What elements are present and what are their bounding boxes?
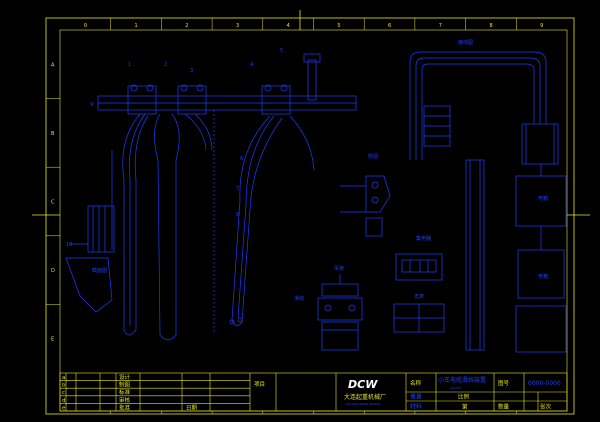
box-detail [393, 253, 445, 333]
row-mark-c: c [62, 390, 65, 396]
scale-label: 比例 [458, 393, 470, 401]
name-label: 名称 [410, 379, 422, 387]
callout-6: 6 [240, 156, 243, 162]
role-design: 设计 [119, 373, 131, 381]
row-label: A [51, 62, 55, 68]
name-value: 小车电缆滑线装置 [438, 376, 486, 384]
role-standard: 标准 [119, 388, 131, 396]
row-label: D [51, 268, 55, 274]
company-en: DALIAN CRANE WORKS [346, 402, 381, 406]
row-mark-a: a [62, 375, 65, 381]
item-label: 项目 [254, 381, 265, 388]
material-label: 材料 [410, 403, 422, 411]
callout-4: 4 [250, 62, 253, 68]
drawing-no-value: 0000-0000 [528, 380, 561, 387]
left-view-title: 截面图 [92, 267, 107, 274]
column-label: 2 [185, 23, 188, 29]
page-label: 第 [462, 403, 468, 411]
right-lower-title: 电箱 [538, 273, 548, 280]
column-label: 3 [236, 23, 239, 29]
date-label: 日期 [186, 404, 198, 411]
column-label: 1 [135, 23, 138, 29]
outer-frame [45, 17, 575, 415]
column-label: 6 [388, 23, 391, 29]
lower-box-title: 支架 [414, 293, 424, 300]
column-label: 5 [337, 23, 340, 29]
column-label: 0 [84, 23, 87, 29]
small-title: 滑线 [294, 295, 304, 302]
top-right-title: 接线图 [458, 39, 473, 46]
cad-drawing-sheet: 0 1 2 3 4 5 6 7 8 9 A B C D E 1 2 3 4 5 6 7 8 9 10 截面… [32, 10, 590, 415]
column-marks: 0 1 2 3 4 5 6 7 8 9 [84, 18, 543, 414]
clamp-detail [317, 274, 363, 351]
row-mark-d: d [62, 398, 66, 404]
weight-label: 重量 [410, 393, 422, 401]
column-label: 7 [439, 23, 442, 29]
box-title: 集电器 [416, 235, 431, 242]
title-block-roles: 设计 制图 标准 审核 批准 [119, 373, 131, 411]
right-box-title: 电箱 [538, 195, 548, 202]
row-mark-e: e [62, 405, 66, 411]
row-mark-b: b [62, 383, 66, 389]
clamp-title: 吊架 [334, 266, 344, 272]
company-logo: DCW [348, 378, 378, 391]
left-assembly [65, 53, 357, 341]
callout-7: 7 [236, 186, 239, 192]
company-name: 大连起重机械厂 [344, 393, 386, 401]
callout-10: 10 [66, 242, 72, 248]
row-label: C [51, 200, 55, 206]
row-label: B [51, 131, 55, 137]
name-sub: XX-XXX [450, 386, 461, 390]
callout-8: 8 [236, 212, 239, 218]
row-label: E [51, 337, 54, 343]
side-view-title: 侧视 [368, 153, 378, 160]
callout-1: 1 [128, 62, 131, 68]
column-label: 4 [287, 23, 290, 29]
role-review: 审核 [119, 396, 131, 404]
callout-9: 9 [90, 102, 93, 108]
role-draw: 制图 [119, 381, 131, 389]
qty-label: 数量 [498, 403, 510, 411]
sheet-label: 张次 [540, 403, 552, 411]
side-view-detail [340, 175, 391, 237]
callout-3: 3 [190, 68, 193, 74]
callout-2: 2 [164, 62, 167, 68]
drawing-no-label: 图号 [498, 379, 510, 387]
right-wiring [409, 51, 567, 353]
column-label: 8 [489, 23, 492, 29]
title-block [59, 372, 568, 412]
column-label: 9 [540, 23, 543, 29]
callout-5: 5 [280, 48, 283, 54]
role-approve: 批准 [119, 403, 131, 411]
callouts-left: 1 2 3 4 5 6 7 8 9 10 [66, 48, 283, 248]
row-marks: A B C D E [46, 62, 60, 343]
